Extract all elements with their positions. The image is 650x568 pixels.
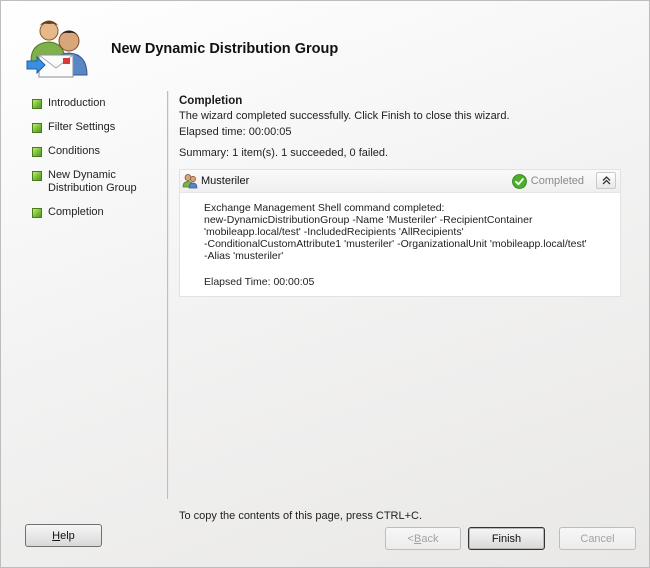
- wizard-steps-nav: Introduction Filter Settings Conditions …: [31, 97, 161, 230]
- result-item-name: Musteriler: [201, 175, 250, 187]
- collapse-button[interactable]: [596, 172, 616, 189]
- wizard-header: New Dynamic Distribution Group: [1, 1, 649, 87]
- nav-item-label: New Dynamic Distribution Group: [48, 169, 137, 194]
- result-details: Exchange Management Shell command comple…: [204, 202, 614, 288]
- step-status-icon: [32, 208, 42, 218]
- nav-item-completion[interactable]: Completion: [31, 206, 161, 219]
- nav-item-label: Conditions: [48, 145, 100, 157]
- green-check-icon: [511, 173, 527, 189]
- distribution-group-icon: [26, 20, 88, 78]
- nav-item-introduction[interactable]: Introduction: [31, 97, 161, 110]
- result-elapsed-time: Elapsed Time: 00:00:05: [204, 276, 315, 288]
- command-line: new-DynamicDistributionGroup -Name 'Must…: [204, 214, 533, 226]
- nav-item-label: Completion: [48, 206, 104, 218]
- step-status-icon: [32, 147, 42, 157]
- copy-hint: To copy the contents of this page, press…: [179, 510, 423, 522]
- nav-item-new-dynamic-distribution-group[interactable]: New Dynamic Distribution Group: [31, 169, 161, 195]
- wizard-window: New Dynamic Distribution Group Introduct…: [0, 0, 650, 568]
- completion-message: The wizard completed successfully. Click…: [179, 110, 510, 122]
- command-line: -Alias 'musteriler': [204, 250, 284, 262]
- step-status-icon: [32, 171, 42, 181]
- nav-item-label: Filter Settings: [48, 121, 116, 133]
- command-line: 'mobileapp.local/test' -IncludedRecipien…: [204, 226, 464, 238]
- help-button[interactable]: Help: [25, 524, 102, 547]
- user-icon: [182, 174, 198, 189]
- result-status: Completed: [511, 173, 584, 189]
- result-heading: Exchange Management Shell command comple…: [204, 202, 445, 214]
- pane-divider: [167, 91, 169, 499]
- elapsed-time: Elapsed time: 00:00:05: [179, 126, 292, 138]
- cancel-button[interactable]: Cancel: [559, 527, 636, 550]
- step-status-icon: [32, 123, 42, 133]
- result-header: Musteriler Completed: [180, 170, 620, 193]
- status-label: Completed: [530, 175, 584, 187]
- back-button[interactable]: < Back: [385, 527, 461, 550]
- completion-pane: Completion The wizard completed successf…: [179, 93, 627, 297]
- finish-button[interactable]: Finish: [468, 527, 545, 550]
- nav-item-filter-settings[interactable]: Filter Settings: [31, 121, 161, 134]
- double-chevron-up-icon: [602, 176, 610, 185]
- step-status-icon: [32, 99, 42, 109]
- section-title: Completion: [179, 95, 243, 107]
- summary-text: Summary: 1 item(s). 1 succeeded, 0 faile…: [179, 147, 389, 159]
- nav-item-label: Introduction: [48, 97, 106, 109]
- nav-item-conditions[interactable]: Conditions: [31, 145, 161, 158]
- result-panel: Musteriler Completed Exchange Management…: [179, 169, 621, 297]
- wizard-title: New Dynamic Distribution Group: [111, 41, 339, 57]
- command-line: -ConditionalCustomAttribute1 'musteriler…: [204, 238, 587, 250]
